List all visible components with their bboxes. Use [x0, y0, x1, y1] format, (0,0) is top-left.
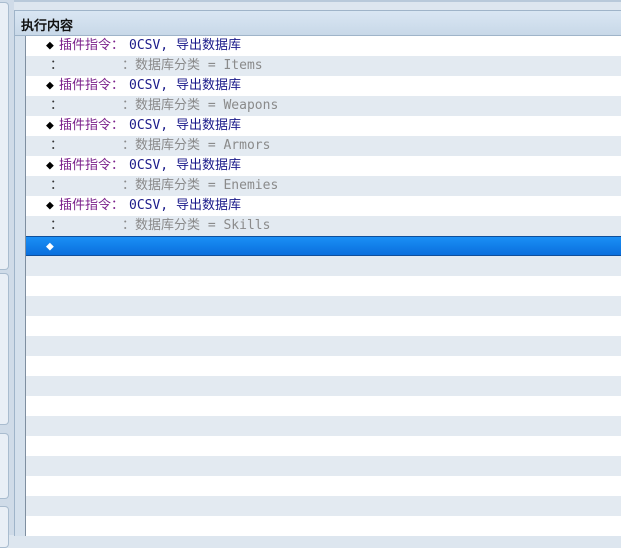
event-command-list[interactable]: ◆ 插件指令： 0CSV, 导出数据库 ： ：数据库分类 = Items ◆ 插件指令： 0C… [25, 36, 621, 536]
blank-row[interactable] [26, 456, 621, 476]
blank-row[interactable] [26, 496, 621, 516]
window-top-border [0, 0, 621, 2]
empty-diamond-icon: ◆ [46, 239, 54, 254]
blank-row[interactable] [26, 516, 621, 536]
contents-panel: 执行内容 ◆ 插件指令： 0CSV, 导出数据库 ： ：数据库分类 = Items ◆ 插件… [14, 10, 621, 536]
continuation-marker: ： [50, 98, 64, 113]
blank-row[interactable] [26, 356, 621, 376]
command-diamond-icon: ◆ [46, 198, 54, 213]
panel-header: 执行内容 [15, 11, 621, 36]
continuation-row[interactable]: ： ：数据库分类 = Items [26, 56, 621, 76]
blank-row[interactable] [26, 336, 621, 356]
left-tab-3[interactable] [0, 433, 9, 499]
continuation-value: ：数据库分类 = Enemies [122, 178, 279, 193]
continuation-marker: ： [50, 178, 64, 193]
command-value: 0CSV, 导出数据库 [129, 38, 241, 53]
command-name: 插件指令： [59, 38, 125, 53]
continuation-value: ：数据库分类 = Weapons [122, 98, 279, 113]
command-row[interactable]: ◆ 插件指令： 0CSV, 导出数据库 [26, 196, 621, 216]
command-name: 插件指令： [59, 78, 125, 93]
left-panel-strip [0, 0, 14, 548]
left-tab-2[interactable] [0, 273, 9, 425]
command-value: 0CSV, 导出数据库 [129, 158, 241, 173]
command-value: 0CSV, 导出数据库 [129, 118, 241, 133]
continuation-value: ：数据库分类 = Armors [122, 138, 271, 153]
left-tab-4[interactable] [0, 506, 9, 548]
blank-row[interactable] [26, 276, 621, 296]
continuation-value: ：数据库分类 = Skills [122, 218, 271, 233]
continuation-marker: ： [50, 138, 64, 153]
continuation-marker: ： [50, 58, 64, 73]
blank-row[interactable] [26, 296, 621, 316]
command-diamond-icon: ◆ [46, 78, 54, 93]
command-diamond-icon: ◆ [46, 158, 54, 173]
left-tab-1[interactable] [0, 2, 9, 270]
blank-row[interactable] [26, 376, 621, 396]
continuation-row[interactable]: ： ：数据库分类 = Weapons [26, 96, 621, 116]
command-row[interactable]: ◆ 插件指令： 0CSV, 导出数据库 [26, 156, 621, 176]
command-row[interactable]: ◆ 插件指令： 0CSV, 导出数据库 [26, 76, 621, 96]
command-name: 插件指令： [59, 158, 125, 173]
blank-row[interactable] [26, 416, 621, 436]
blank-row[interactable] [26, 256, 621, 276]
empty-command-row[interactable]: ◆ [26, 236, 621, 256]
blank-row[interactable] [26, 396, 621, 416]
continuation-row[interactable]: ： ：数据库分类 = Enemies [26, 176, 621, 196]
command-row[interactable]: ◆ 插件指令： 0CSV, 导出数据库 [26, 116, 621, 136]
command-name: 插件指令： [59, 198, 125, 213]
continuation-row[interactable]: ： ：数据库分类 = Skills [26, 216, 621, 236]
command-row[interactable]: ◆ 插件指令： 0CSV, 导出数据库 [26, 36, 621, 56]
blank-row[interactable] [26, 316, 621, 336]
command-diamond-icon: ◆ [46, 38, 54, 53]
command-value: 0CSV, 导出数据库 [129, 198, 241, 213]
command-value: 0CSV, 导出数据库 [129, 78, 241, 93]
command-diamond-icon: ◆ [46, 118, 54, 133]
panel-title: 执行内容 [21, 19, 74, 34]
continuation-row[interactable]: ： ：数据库分类 = Armors [26, 136, 621, 156]
blank-row[interactable] [26, 476, 621, 496]
command-name: 插件指令： [59, 118, 125, 133]
blank-row[interactable] [26, 436, 621, 456]
continuation-value: ：数据库分类 = Items [122, 58, 263, 73]
continuation-marker: ： [50, 218, 64, 233]
